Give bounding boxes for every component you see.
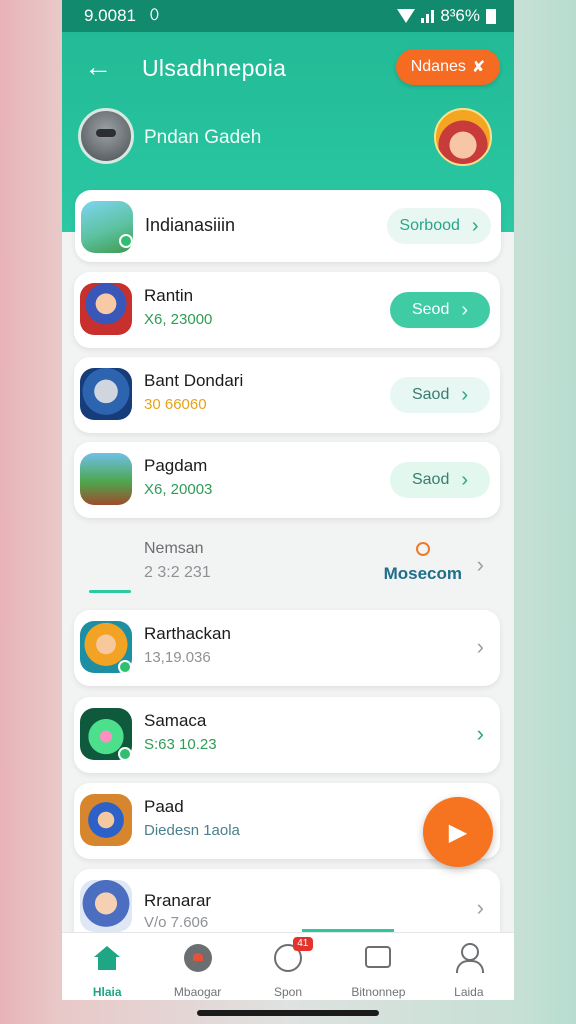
phone-screen: 9.0081 ⬯ 8³6% ← Ulsadhnepoia Ndanes ✘ Pn… xyxy=(62,0,514,1000)
app-stat: 30 66060 xyxy=(144,396,207,413)
game-icon xyxy=(183,943,213,973)
signal-icon xyxy=(421,9,435,23)
chevron-right-icon: › xyxy=(461,298,469,321)
message-link[interactable]: Mosecom xyxy=(384,564,462,584)
chevron-right-icon[interactable]: › xyxy=(477,552,484,578)
button-label: Saod xyxy=(411,386,450,403)
app-name: Rantin xyxy=(144,286,194,305)
app-stat: 2 3:2 231 xyxy=(144,564,211,581)
seed-button[interactable]: Saod › xyxy=(390,462,490,498)
chevron-right-icon[interactable]: › xyxy=(477,634,484,660)
profile-avatar[interactable] xyxy=(434,108,492,166)
app-icon xyxy=(80,368,132,420)
nav-label: Bitnonnep xyxy=(351,985,406,999)
user-name: Pndan Gadeh xyxy=(144,127,262,148)
sparkle-icon: ✘ xyxy=(471,59,486,76)
app-stat: S:63 10.23 xyxy=(144,736,217,753)
app-stat: X6, 23000 xyxy=(144,311,213,328)
nav-item-manager[interactable]: Mbaogar xyxy=(152,933,242,1000)
list-item[interactable]: Samaca S:63 10.23 › xyxy=(74,697,500,773)
app-name: Indianasiiin xyxy=(145,215,236,235)
battery-icon xyxy=(486,8,496,24)
app-icon xyxy=(80,283,132,335)
verified-icon xyxy=(118,660,132,674)
nav-item-home[interactable]: Hlaia xyxy=(62,933,152,1000)
verified-icon xyxy=(118,747,132,761)
button-label: Sorbood xyxy=(399,217,460,234)
list-item[interactable]: Bant Dondari 30 66060 Saod › xyxy=(74,357,500,433)
app-name: Rranarar xyxy=(144,891,212,910)
back-arrow-icon[interactable]: ← xyxy=(84,52,114,82)
nav-label: Spon xyxy=(274,985,303,999)
chevron-right-icon: › xyxy=(461,383,469,406)
nav-item-spon[interactable]: 41 Spon xyxy=(243,933,333,1000)
notification-badge: 41 xyxy=(292,937,313,951)
status-icons: 8³6% xyxy=(397,6,496,26)
play-fab-button[interactable]: ▶ xyxy=(423,797,493,867)
wifi-icon xyxy=(397,9,416,23)
battery-text: 8³6% xyxy=(440,6,480,25)
button-label: Saod xyxy=(411,471,450,488)
monitor-icon xyxy=(363,943,393,973)
button-label: Seod xyxy=(411,301,450,318)
bottom-nav: Hlaia Mbaogar 41 Spon Bitnonnep Laida xyxy=(62,932,514,1000)
app-stat: V/o 7.606 xyxy=(144,914,209,931)
chevron-right-icon: › xyxy=(471,214,479,237)
app-name: Pagdam xyxy=(144,456,208,475)
app-icon xyxy=(80,453,132,505)
app-icon xyxy=(80,880,132,932)
tab-indicator xyxy=(89,590,131,593)
user-avatar[interactable] xyxy=(78,108,134,164)
app-stat: 13,19.036 xyxy=(144,649,211,666)
verified-icon xyxy=(119,234,133,248)
person-icon xyxy=(454,943,484,973)
nav-label: Mbaogar xyxy=(173,985,222,999)
status-time: 9.0081 xyxy=(84,6,136,25)
camera-icon: ⬯ xyxy=(150,6,159,22)
clock-icon xyxy=(416,542,430,556)
home-icon xyxy=(92,943,122,973)
page-title: Ulsadhnepoia xyxy=(142,55,287,81)
header-action-button[interactable]: Ndanes ✘ xyxy=(396,49,500,85)
nav-item-profile[interactable]: Laida xyxy=(424,933,514,1000)
app-name: Bant Dondari xyxy=(144,371,244,390)
chevron-right-icon: › xyxy=(461,468,469,491)
list-item-plain[interactable]: Nemsan 2 3:2 231 Mosecom › xyxy=(74,530,500,602)
featured-card[interactable]: Indianasiiin Sorbood › xyxy=(75,190,501,262)
app-name: Rarthackan xyxy=(144,624,231,643)
app-icon xyxy=(80,794,132,846)
chevron-right-icon[interactable]: › xyxy=(477,895,484,921)
nav-item-monitor[interactable]: Bitnonnep xyxy=(333,933,423,1000)
featured-action-button[interactable]: Sorbood › xyxy=(387,208,491,244)
status-bar: 9.0081 ⬯ 8³6% xyxy=(62,0,514,32)
nav-label: Hlaia xyxy=(92,985,122,999)
list-item[interactable]: Pagdam X6, 20003 Saod › xyxy=(74,442,500,518)
list-item[interactable]: Rantin X6, 23000 Seod › xyxy=(74,272,500,348)
app-name: Samaca xyxy=(144,711,207,730)
nav-label: Laida xyxy=(454,985,484,999)
header-action-label: Ndanes xyxy=(410,58,466,75)
app-stat: Diedesn 1aola xyxy=(144,822,240,839)
seed-button[interactable]: Seod › xyxy=(390,292,490,328)
chevron-right-icon[interactable]: › xyxy=(477,721,484,747)
app-name: Paad xyxy=(144,797,184,816)
app-name: Nemsan xyxy=(144,540,204,557)
home-indicator[interactable] xyxy=(197,1010,379,1016)
seed-button[interactable]: Saod › xyxy=(390,377,490,413)
app-stat: X6, 20003 xyxy=(144,481,213,498)
play-icon: ▶ xyxy=(448,818,468,846)
list-item[interactable]: Rarthackan 13,19.036 › xyxy=(74,610,500,686)
